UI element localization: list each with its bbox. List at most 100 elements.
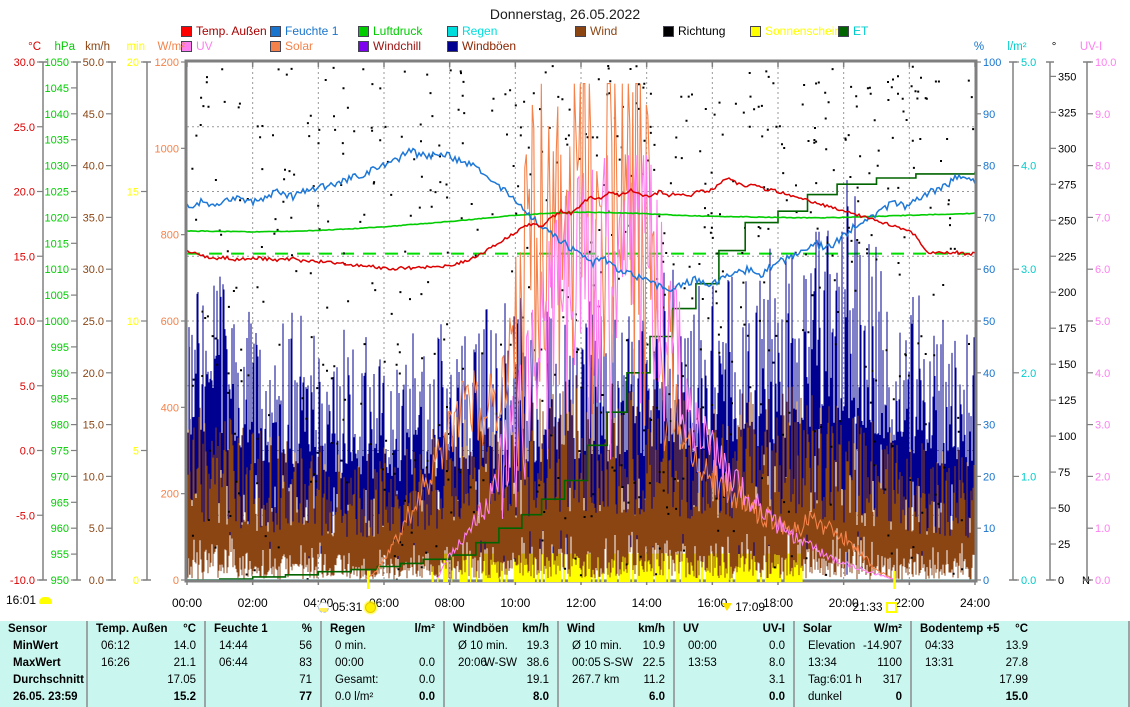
table-row: 13:538.0: [675, 655, 793, 672]
table-column-sensor: SensorMinWertMaxWertDurchschnitt26.05. 2…: [0, 621, 86, 707]
tick-label: 350: [1058, 71, 1076, 83]
sunset-square-icon: [886, 602, 897, 613]
cell-value: 0.0: [769, 689, 785, 706]
table-row: 3.1: [675, 672, 793, 689]
tick-label: 25.0: [83, 316, 104, 328]
tick-label: 20: [983, 471, 995, 483]
cell-value: 15.0: [1006, 689, 1028, 706]
table-row: 6.0: [559, 689, 673, 706]
table-header: Sensor: [0, 621, 86, 638]
tick-label: 125: [1058, 395, 1076, 407]
tick-label: 25.0: [14, 122, 35, 134]
table-row: 8.0: [445, 689, 557, 706]
column-title: UV: [675, 623, 699, 635]
tick-label: -5.0: [16, 510, 35, 522]
column-unit: km/h: [638, 621, 665, 638]
cell-value: 71: [299, 672, 312, 689]
tick-label: 30.0: [14, 57, 35, 69]
table-row: 06:4483: [206, 655, 320, 672]
tick-label: 975: [51, 446, 69, 458]
cell-value: 13.9: [1006, 638, 1028, 655]
axis-unit-label: W/m²: [158, 41, 186, 53]
tick-label: 1.0: [1095, 523, 1110, 535]
tick-label: 0.0: [1021, 575, 1036, 587]
moonrise-time: 16:01: [6, 593, 36, 607]
tick-label: 9.0: [1095, 109, 1110, 121]
cell-label: MinWert: [0, 640, 58, 652]
axis-hPa: 9509559609659709759809859909951000100510…: [45, 41, 81, 587]
sunset-time: 21:33: [853, 600, 883, 614]
column-title: Solar: [795, 623, 832, 635]
column-title: Wind: [559, 623, 595, 635]
axis-unit-label: °C: [28, 41, 41, 53]
cell-value: 1100: [877, 655, 902, 672]
table-row: Ø 10 min.19.3: [445, 638, 557, 655]
cell-value: 10.9: [643, 638, 665, 655]
tick-label: 50.0: [83, 57, 104, 69]
table-row: 16:2621.1: [88, 655, 204, 672]
tick-label: 7.0: [1095, 212, 1110, 224]
tick-label: 60: [983, 264, 995, 276]
tick-label: 600: [161, 316, 179, 328]
cell-value: 15.2: [174, 689, 196, 706]
tick-label: 0.0: [1095, 575, 1110, 587]
cell-label: Tag:6:01 h: [795, 674, 862, 686]
table-column-windb-en: Windböenkm/hØ 10 min.19.320:06W-SW38.619…: [443, 621, 557, 707]
cell-label: 14:44: [206, 640, 248, 652]
cell-label: Ø 10 min.: [559, 640, 622, 652]
column-unit: l/m²: [415, 621, 435, 638]
cell-value: -14.907: [863, 638, 902, 655]
table-column-temp-au-en: Temp. Außen°C06:1214.016:2621.117.0515.2: [86, 621, 204, 707]
cell-direction: S-SW: [603, 655, 633, 672]
cell-label: Elevation: [795, 640, 855, 652]
tick-label: 1050: [45, 57, 69, 69]
cell-label: 16:26: [88, 657, 130, 669]
sunrise-time: 05:31: [332, 600, 362, 614]
tick-label: 1025: [45, 187, 69, 199]
tick-label: 3.0: [1095, 420, 1110, 432]
tick-label: 4.0: [1021, 161, 1036, 173]
tick-label: 800: [161, 230, 179, 242]
axis-unit-label: min: [126, 41, 145, 53]
cell-label: 0.0 l/m²: [322, 691, 373, 703]
tick-label: 0: [1058, 575, 1064, 587]
table-row: 71: [206, 672, 320, 689]
moonrise-marker: 16:01: [6, 593, 52, 607]
tick-label: 6.0: [1095, 264, 1110, 276]
tick-label: 225: [1058, 251, 1076, 263]
tick-label: 250: [1058, 215, 1076, 227]
table-column-uv: UVUV-I00:000.013:538.03.10.0: [673, 621, 793, 707]
cell-value: 0: [896, 689, 902, 706]
table-row: 00:000.0: [322, 655, 443, 672]
tick-label: 4.0: [1095, 368, 1110, 380]
column-title: Temp. Außen: [88, 623, 168, 635]
table-header: Regenl/m²: [322, 621, 443, 638]
table-row: Ø 10 min. 10.9: [559, 638, 673, 655]
tick-label: 950: [51, 575, 69, 587]
table-row: 06:1214.0: [88, 638, 204, 655]
tick-label: 1005: [45, 290, 69, 302]
tick-label: 0: [133, 575, 139, 587]
tick-label: 980: [51, 420, 69, 432]
table-header: UV UV-I: [675, 621, 793, 638]
tick-label: 100: [983, 57, 1001, 69]
cell-value: 56: [299, 638, 312, 655]
cell-value: 0.0: [419, 689, 435, 706]
column-unit: UV-I: [763, 621, 785, 638]
cell-value: 8.0: [533, 689, 549, 706]
tick-label: 200: [161, 489, 179, 501]
axis-l/m²: 0.01.02.03.04.05.0l/m²: [1007, 41, 1036, 587]
table-column-wind: Windkm/hØ 10 min.10.900:05S-SW22.5267.7 …: [557, 621, 673, 707]
table-row: 77: [206, 689, 320, 706]
moonset-time: 17:09: [735, 600, 765, 614]
cell-label: 06:44: [206, 657, 248, 669]
cell-label: Gesamt:: [322, 674, 378, 686]
tick-label: 960: [51, 523, 69, 535]
table-row: 0 min.: [322, 638, 443, 655]
column-unit: %: [302, 621, 312, 638]
cell-value: 19.3: [527, 638, 549, 655]
tick-label: 50: [983, 316, 995, 328]
axis-unit-label: °: [1052, 41, 1057, 53]
cell-value: 0.0: [419, 655, 435, 672]
tick-label: -10.0: [10, 575, 35, 587]
